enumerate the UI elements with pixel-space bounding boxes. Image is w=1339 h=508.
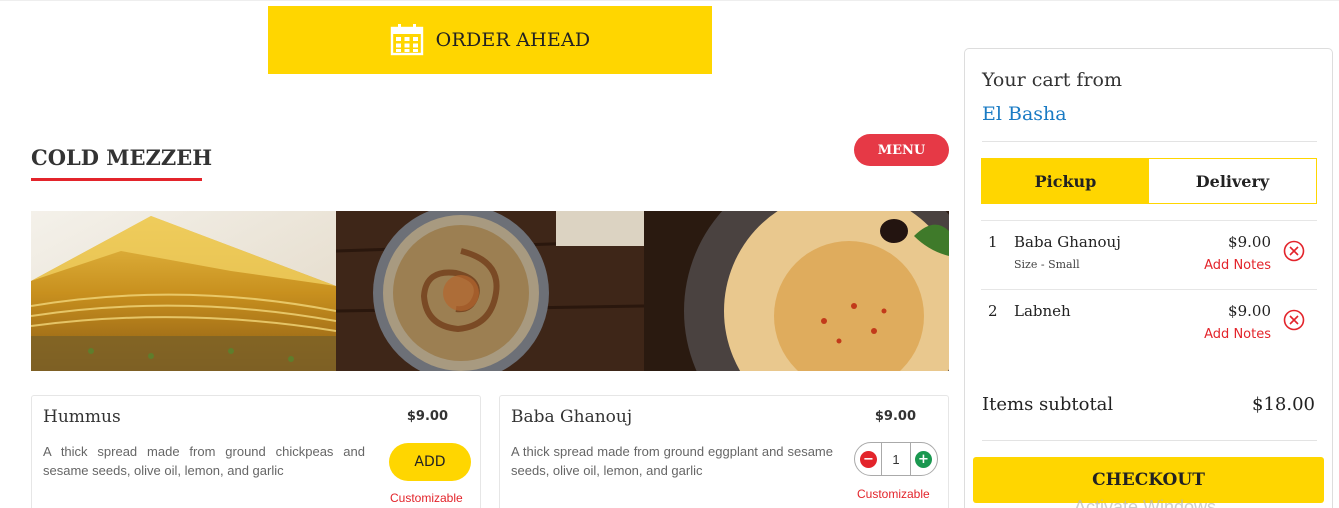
item-price: $9.00 (874, 409, 916, 424)
cart-divider (982, 141, 1317, 142)
item-description: A thick spread made from ground eggplant… (511, 444, 833, 478)
section-underline (31, 178, 202, 181)
cart-item-price: $9.00 (1228, 233, 1271, 251)
order-ahead-button[interactable]: ORDER AHEAD (268, 6, 712, 74)
item-name: Baba Ghanouj (511, 407, 633, 427)
minus-icon[interactable]: − (860, 450, 877, 468)
cart-items: 1 Baba Ghanouj Size - Small $9.00 Add No… (981, 220, 1317, 358)
menu-item-card[interactable]: Hummus $9.00 A thick spread made from gr… (31, 395, 481, 508)
restaurant-link[interactable]: El Basha (982, 103, 1067, 125)
tab-pickup[interactable]: Pickup (982, 159, 1149, 203)
tab-delivery[interactable]: Delivery (1149, 159, 1316, 203)
cart-item-index: 1 (988, 233, 998, 251)
remove-icon[interactable] (1283, 309, 1305, 331)
calendar-icon (390, 24, 423, 56)
cart-item-price: $9.00 (1228, 302, 1271, 320)
remove-icon[interactable] (1283, 240, 1305, 262)
baba-ghanouj-image (336, 211, 644, 371)
add-button[interactable]: ADD (389, 443, 471, 481)
customizable-label: Customizable (390, 491, 463, 505)
item-name: Hummus (43, 407, 121, 427)
os-watermark: Activate Windows (1074, 497, 1217, 508)
menu-item-card[interactable]: Baba Ghanouj $9.00 A thick spread made f… (499, 395, 949, 508)
cart-item-name: Baba Ghanouj (1014, 233, 1121, 251)
order-ahead-label: ORDER AHEAD (435, 29, 591, 51)
cart-item: 1 Baba Ghanouj Size - Small $9.00 Add No… (981, 220, 1317, 289)
subtotal-value: $18.00 (1252, 394, 1315, 415)
cart-item-name: Labneh (1014, 302, 1071, 320)
customizable-label: Customizable (857, 487, 930, 501)
cart-item: 2 Labneh $9.00 Add Notes (981, 289, 1317, 358)
item-description: A thick spread made from ground chickpea… (43, 444, 365, 478)
category-banner (31, 211, 949, 371)
cart-item-size: Size - Small (1014, 258, 1080, 271)
section-title: COLD MEZZEH (31, 145, 213, 170)
cart-panel: Your cart from El Basha Pickup Delivery … (964, 48, 1333, 508)
cart-item-index: 2 (988, 302, 998, 320)
hummus-image (644, 211, 949, 371)
subtotal-label: Items subtotal (982, 394, 1114, 415)
baklava-image (31, 211, 336, 371)
order-type-tabs: Pickup Delivery (981, 158, 1317, 204)
quantity-stepper[interactable]: − 1 + (854, 442, 938, 476)
plus-icon[interactable]: + (915, 450, 932, 468)
add-notes-link[interactable]: Add Notes (1204, 327, 1271, 342)
top-divider (0, 0, 1339, 1)
menu-button[interactable]: MENU (854, 134, 949, 166)
cart-divider (982, 440, 1317, 441)
quantity-value: 1 (881, 442, 911, 476)
cart-heading: Your cart from (982, 69, 1122, 91)
item-price: $9.00 (406, 409, 448, 424)
add-notes-link[interactable]: Add Notes (1204, 258, 1271, 273)
